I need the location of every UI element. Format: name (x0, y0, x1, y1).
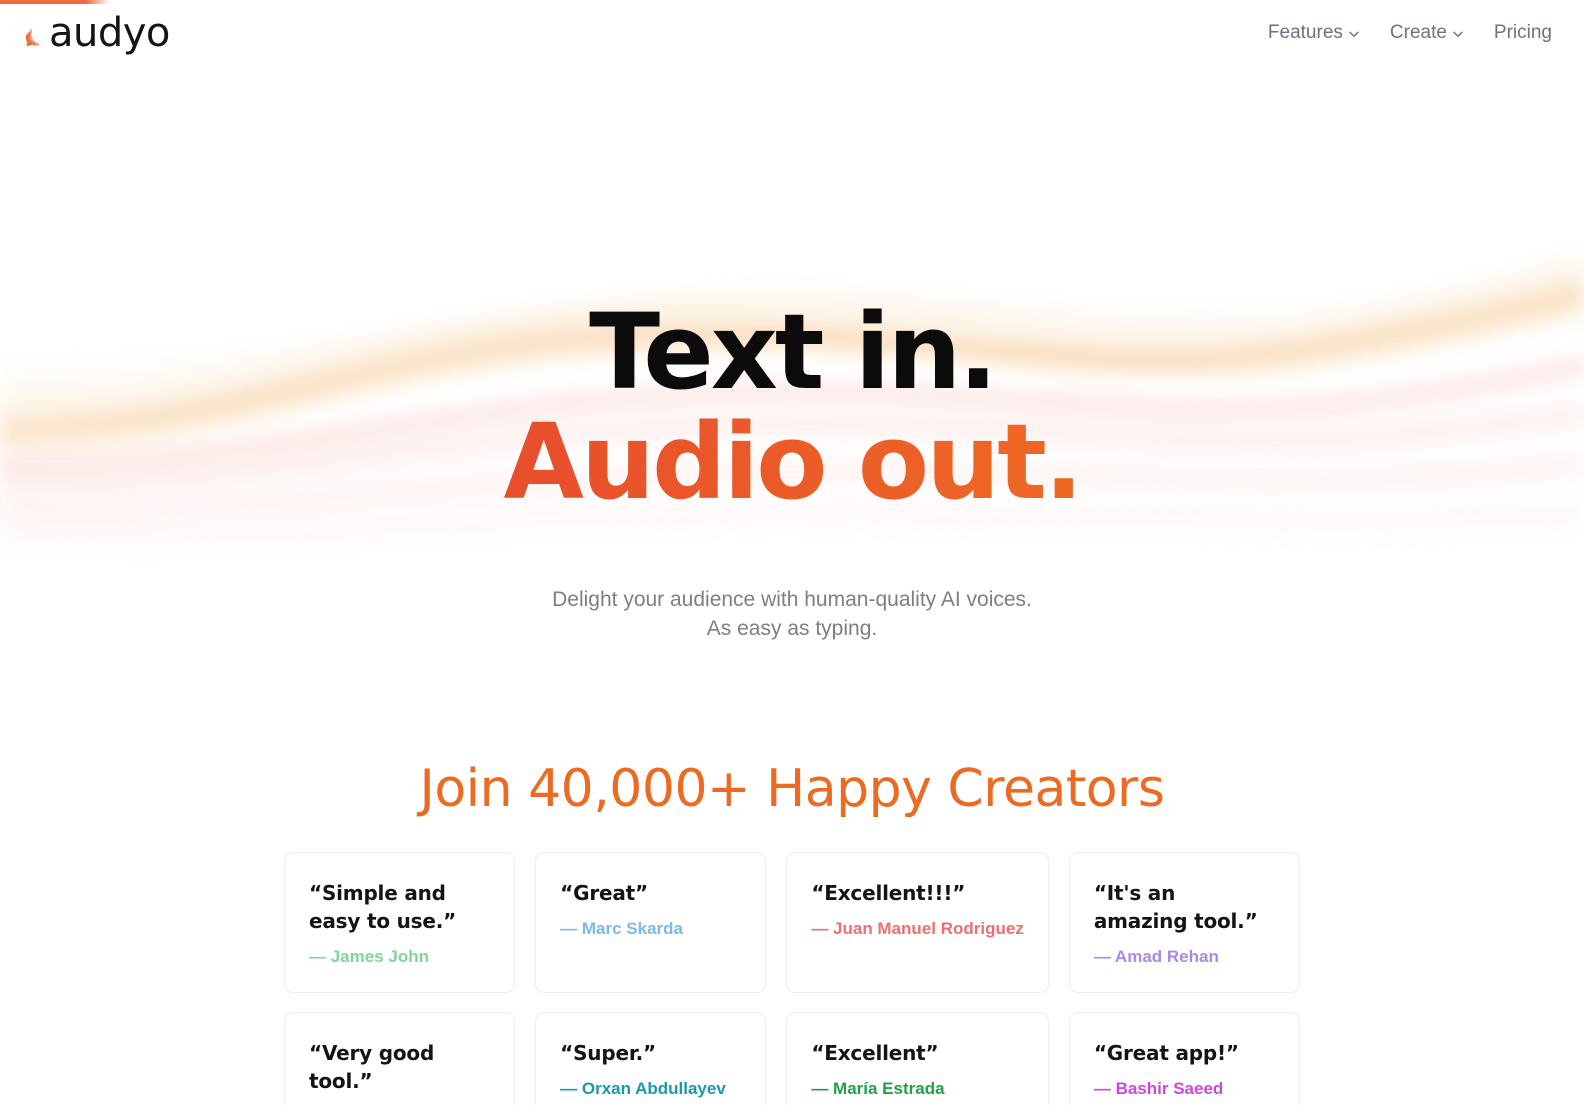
hero-headline-line2: Audio out. (0, 407, 1584, 517)
site-header: audyo Features Create Pricing (0, 0, 1584, 66)
testimonial-quote: “It's an amazing tool.” (1093, 881, 1258, 933)
audio-wave-icon (22, 13, 52, 53)
testimonial-card: “Great app!” — Bashir Saeed (1068, 1012, 1300, 1105)
testimonial-card: “Simple and easy to use.” — James John (284, 852, 516, 993)
chevron-down-icon (1348, 28, 1360, 40)
testimonial-quote: “Very good tool.” (309, 1041, 435, 1093)
nav-item-create[interactable]: Create (1390, 22, 1464, 44)
nav-item-create-label: Create (1389, 22, 1447, 43)
landing-page: audyo Features Create Pricing Text in. A… (0, 0, 1584, 1105)
testimonial-card: “Excellent!!!” — Juan Manuel Rodriguez (786, 852, 1049, 993)
hero-section: Text in. Audio out. Delight your audienc… (0, 300, 1584, 643)
page-load-progress-bar (0, 0, 110, 4)
testimonial-card: “Excellent” — María Estrada (786, 1012, 1049, 1105)
hero-subtitle-line1: Delight your audience with human-quality… (552, 588, 1032, 611)
testimonial-quote: “Excellent!!!” (811, 881, 966, 905)
testimonial-card: “It's an amazing tool.” — Amad Rehan (1068, 852, 1300, 993)
testimonial-quote: “Excellent” (811, 1041, 939, 1065)
nav-item-features-label: Features (1267, 22, 1343, 43)
hero-subtitle-line2: As easy as typing. (706, 617, 878, 640)
testimonial-card: “Super.” — Orxan Abdullayev (535, 1012, 767, 1105)
testimonial-author: — Juan Manuel Rodriguez (811, 919, 1024, 938)
testimonial-author: — Amad Rehan (1093, 947, 1219, 966)
testimonial-card: “Great” — Marc Skarda (535, 852, 767, 993)
nav-item-features[interactable]: Features (1268, 22, 1360, 44)
chevron-down-icon (1452, 28, 1464, 40)
testimonial-quote: “Great app!” (1093, 1041, 1239, 1065)
brand-name: audyo (49, 10, 170, 56)
social-proof-section: Join 40,000+ Happy Creators “Simple and … (0, 758, 1584, 1105)
hero-headline-line1: Text in. (589, 291, 998, 413)
hero-subtitle: Delight your audience with human-quality… (0, 585, 1584, 643)
nav-item-pricing-label: Pricing (1493, 22, 1552, 43)
nav-item-pricing[interactable]: Pricing (1494, 22, 1552, 44)
testimonial-author: — Marc Skarda (560, 919, 683, 938)
testimonial-quote: “Simple and easy to use.” (309, 881, 457, 933)
testimonial-author: — James John (309, 947, 429, 966)
testimonial-author: — Orxan Abdullayev (560, 1079, 726, 1098)
testimonial-card: “Very good tool.” — Alwyn F (284, 1012, 516, 1105)
testimonial-quote: “Super.” (560, 1041, 656, 1065)
social-proof-title: Join 40,000+ Happy Creators (419, 759, 1166, 819)
testimonial-author: — Bashir Saeed (1093, 1079, 1224, 1098)
testimonial-quote: “Great” (560, 881, 648, 905)
testimonial-grid: “Simple and easy to use.” — James John “… (284, 852, 1300, 1105)
main-navigation: Features Create Pricing (1268, 22, 1552, 44)
testimonial-author: — María Estrada (811, 1079, 945, 1098)
brand-logo[interactable]: audyo (22, 10, 170, 56)
